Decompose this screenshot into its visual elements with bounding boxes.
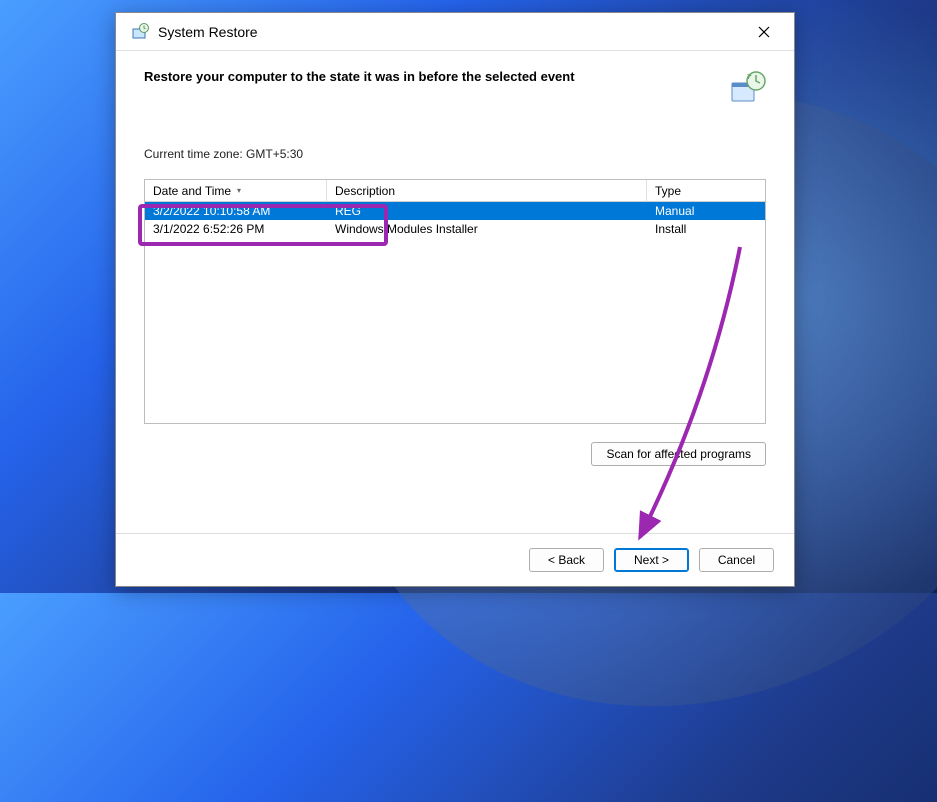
system-restore-title-icon <box>130 22 150 42</box>
window-title: System Restore <box>158 24 744 40</box>
system-restore-dialog: System Restore Restore your computer to … <box>115 12 795 587</box>
timezone-label: Current time zone: GMT+5:30 <box>144 147 766 161</box>
dialog-footer: < Back Next > Cancel <box>116 533 794 586</box>
next-button[interactable]: Next > <box>614 548 689 572</box>
cell-description: Windows Modules Installer <box>327 220 647 238</box>
cell-type: Install <box>647 220 765 238</box>
dialog-content: Restore your computer to the state it wa… <box>116 51 794 533</box>
dialog-heading: Restore your computer to the state it wa… <box>144 69 728 84</box>
restore-points-list: Date and Time ▾ Description Type 3/2/202… <box>144 179 766 424</box>
back-button[interactable]: < Back <box>529 548 604 572</box>
column-header-datetime[interactable]: Date and Time ▾ <box>145 180 327 201</box>
cancel-button[interactable]: Cancel <box>699 548 774 572</box>
list-body: 3/2/2022 10:10:58 AM REG Manual 3/1/2022… <box>145 202 765 238</box>
titlebar: System Restore <box>116 13 794 51</box>
scan-affected-programs-button[interactable]: Scan for affected programs <box>591 442 766 466</box>
restore-point-row[interactable]: 3/2/2022 10:10:58 AM REG Manual <box>145 202 765 220</box>
close-button[interactable] <box>744 17 784 47</box>
column-header-description[interactable]: Description <box>327 180 647 201</box>
sort-descending-icon: ▾ <box>237 186 241 195</box>
restore-point-row[interactable]: 3/1/2022 6:52:26 PM Windows Modules Inst… <box>145 220 765 238</box>
scan-row: Scan for affected programs <box>144 442 766 466</box>
header-row: Restore your computer to the state it wa… <box>144 69 766 107</box>
restore-big-icon <box>728 69 766 107</box>
cell-datetime: 3/2/2022 10:10:58 AM <box>145 202 327 220</box>
column-header-type[interactable]: Type <box>647 180 765 201</box>
list-header: Date and Time ▾ Description Type <box>145 180 765 202</box>
cell-type: Manual <box>647 202 765 220</box>
cell-datetime: 3/1/2022 6:52:26 PM <box>145 220 327 238</box>
cell-description: REG <box>327 202 647 220</box>
